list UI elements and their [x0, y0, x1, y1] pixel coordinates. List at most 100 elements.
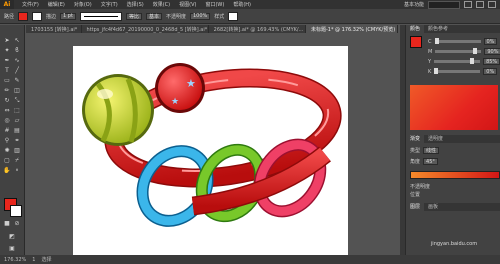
menu-item[interactable]: 窗口(W)	[205, 1, 224, 8]
slider-knob[interactable]	[434, 38, 439, 44]
menu-item[interactable]: 文件(F)	[22, 1, 39, 8]
gradient-type-dropdown[interactable]: 线性	[423, 147, 440, 154]
menu-item[interactable]: 编辑(E)	[48, 1, 65, 8]
menu-bar: Ai 文件(F) 编辑(E) 对象(O) 文字(T) 选择(S) 效果(C) 视图(V) 窗口…	[0, 0, 500, 9]
page-number[interactable]: 1	[32, 257, 35, 263]
slider-knob[interactable]	[469, 58, 474, 64]
scale-icon[interactable]: ⤡	[13, 97, 21, 104]
channel-value[interactable]: 85%	[483, 58, 500, 65]
panel-tab[interactable]: 颜色参考	[424, 25, 452, 33]
channel-label: C	[428, 38, 432, 45]
hand-tool-icon[interactable]: ✋	[3, 167, 11, 174]
rotate-icon[interactable]: ↻	[3, 97, 11, 104]
graph-icon[interactable]: ▥	[13, 147, 21, 154]
profile-dropdown[interactable]: 等比	[125, 12, 142, 20]
menu-item[interactable]: 效果(C)	[153, 1, 170, 8]
close-icon[interactable]	[488, 1, 496, 8]
gradient-type-label: 类型	[410, 148, 421, 154]
slider-knob[interactable]	[473, 48, 478, 54]
artboard[interactable]: ★ ★	[73, 46, 348, 255]
angle-field[interactable]: 45°	[423, 158, 438, 165]
document-tab[interactable]: 2682[转换].ai* @ 169.43% (CMYK/...	[209, 25, 306, 33]
pen-tool-icon[interactable]: ✒	[3, 57, 11, 64]
channel-value[interactable]: 90%	[484, 48, 500, 55]
channel-slider[interactable]	[435, 48, 482, 54]
type-tool-icon[interactable]: T	[3, 67, 11, 74]
screen-mode-icon[interactable]: ▣	[8, 245, 16, 252]
menu-item[interactable]: 文字(T)	[101, 1, 118, 8]
style-swatch[interactable]	[228, 11, 239, 21]
draw-mode-icon[interactable]: ◩	[8, 233, 16, 240]
opacity-field[interactable]: 100%	[189, 12, 211, 20]
perspective-icon[interactable]: ▱	[13, 117, 21, 124]
variable-width-profile[interactable]	[79, 11, 122, 21]
pencil-icon[interactable]: ✏	[3, 87, 11, 94]
zoom-level[interactable]: 176.32%	[4, 257, 26, 263]
width-tool-icon[interactable]: ⇔	[3, 107, 11, 114]
svg-text:★: ★	[171, 97, 179, 107]
stroke-label: 描边	[46, 13, 57, 20]
menu-item[interactable]: 对象(O)	[74, 1, 92, 8]
menu-item[interactable]: 视图(V)	[179, 1, 196, 8]
angle-label: 角度	[410, 159, 421, 165]
symbol-sprayer-icon[interactable]: ✺	[3, 147, 11, 154]
channel-slider[interactable]	[434, 58, 481, 64]
document-tab[interactable]: 未标题-1* @ 176.32% (CMYK/预览)	[305, 25, 398, 33]
lasso-icon[interactable]: ϐ	[13, 47, 21, 54]
document-tab[interactable]: https_jfc4f4d67_20190000_0_2468d_5 [转换].…	[82, 25, 209, 33]
current-tool: 选择	[41, 257, 52, 263]
app-logo: Ai	[0, 0, 14, 9]
color-mode-icon[interactable]: ■	[3, 220, 11, 227]
blend-icon[interactable]: ⚭	[13, 137, 21, 144]
zoom-tool-icon[interactable]: ⚬	[13, 167, 21, 174]
channel-value[interactable]: 0%	[483, 68, 498, 75]
panel-tab[interactable]: 颜色	[406, 25, 425, 33]
stroke-weight-field[interactable]: 1 pt	[60, 12, 76, 20]
magic-wand-icon[interactable]: ✦	[3, 47, 11, 54]
mesh-icon[interactable]: #	[3, 127, 11, 134]
channel-label: M	[428, 48, 433, 55]
channel-slider[interactable]	[434, 38, 481, 44]
selection-tool-icon[interactable]: ➤	[3, 37, 11, 44]
menu-item[interactable]: 帮助(H)	[233, 1, 251, 8]
control-bar: 路径 描边 1 pt 等比 基本 不透明度 100% 样式	[0, 9, 500, 24]
menu-item[interactable]: 选择(S)	[127, 1, 144, 8]
paintbrush-icon[interactable]: ✎	[13, 77, 21, 84]
stroke-color-box[interactable]	[10, 205, 22, 217]
gradient-slider[interactable]	[410, 171, 500, 179]
channel-slider[interactable]	[434, 68, 481, 74]
fill-swatch[interactable]	[18, 11, 29, 21]
workspace-label[interactable]: 基本功能	[404, 1, 424, 8]
slider-knob[interactable]	[434, 68, 439, 74]
gradient-icon[interactable]: ▤	[13, 127, 21, 134]
shape-builder-icon[interactable]: ◎	[3, 117, 11, 124]
color-slider-row: Y 85%	[428, 58, 500, 65]
free-transform-icon[interactable]: ⬚	[13, 107, 21, 114]
panel-tab[interactable]: 图层	[406, 203, 425, 211]
minimize-icon[interactable]	[464, 1, 472, 8]
channel-value[interactable]: 0%	[483, 38, 498, 45]
none-mode-icon[interactable]: ⊘	[13, 220, 21, 227]
opacity-label: 不透明度	[165, 13, 186, 20]
panel-tab[interactable]: 透明度	[424, 135, 447, 143]
eraser-icon[interactable]: ◫	[13, 87, 21, 94]
panel-tab[interactable]: 画板	[424, 203, 442, 211]
brush-dropdown[interactable]: 基本	[145, 12, 162, 20]
artboard-tool-icon[interactable]: ▢	[3, 157, 11, 164]
search-input[interactable]	[428, 0, 460, 9]
gradient-preview[interactable]	[410, 85, 498, 130]
document-tabs: 1703155 [转换].ai* https_jfc4f4d67_20190000…	[26, 25, 398, 33]
panel-tab[interactable]: 渐变	[406, 135, 425, 143]
line-tool-icon[interactable]: ╱	[13, 67, 21, 74]
panel-fill-box[interactable]	[410, 36, 422, 48]
rectangle-tool-icon[interactable]: ▭	[3, 77, 11, 84]
document-tab[interactable]: 1703155 [转换].ai*	[26, 25, 82, 33]
watermark: jingyan.baidu.com	[430, 241, 478, 247]
stroke-swatch[interactable]	[32, 11, 43, 21]
yellow-ball	[82, 74, 154, 146]
eyedropper-icon[interactable]: ⚲	[3, 137, 11, 144]
curvature-icon[interactable]: ∿	[13, 57, 21, 64]
maximize-icon[interactable]	[476, 1, 484, 8]
slice-icon[interactable]: ⌿	[13, 157, 21, 164]
direct-selection-tool-icon[interactable]: ↖	[13, 37, 21, 44]
